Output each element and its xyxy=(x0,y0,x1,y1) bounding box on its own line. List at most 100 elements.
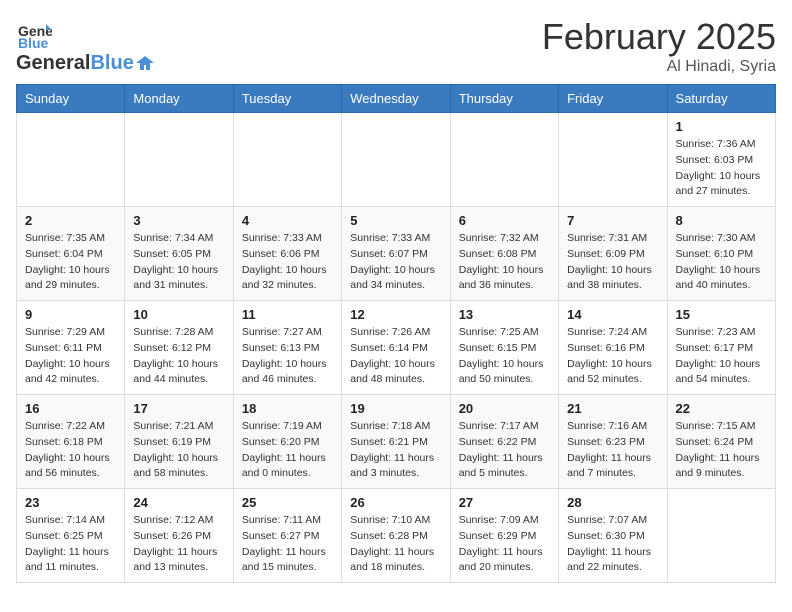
calendar-cell: 24 Sunrise: 7:12 AM Sunset: 6:26 PM Dayli… xyxy=(125,489,233,583)
cell-date-number: 28 xyxy=(567,495,658,510)
cell-date-number: 5 xyxy=(350,213,441,228)
cell-info-text: Sunrise: 7:11 AM Sunset: 6:27 PM Dayligh… xyxy=(242,513,333,576)
calendar-cell: 18 Sunrise: 7:19 AM Sunset: 6:20 PM Dayli… xyxy=(233,395,341,489)
cell-date-number: 7 xyxy=(567,213,658,228)
calendar-cell: 22Sunrise: 7:15 AM Sunset: 6:24 PM Dayli… xyxy=(667,395,775,489)
cell-info-text: Sunrise: 7:35 AM Sunset: 6:04 PM Dayligh… xyxy=(25,231,116,294)
cell-date-number: 13 xyxy=(459,307,550,322)
day-header-monday: Monday xyxy=(125,85,233,113)
cell-date-number: 24 xyxy=(133,495,224,510)
calendar-cell: 16 Sunrise: 7:22 AM Sunset: 6:18 PM Dayli… xyxy=(17,395,125,489)
calendar-cell: 23Sunrise: 7:14 AM Sunset: 6:25 PM Dayli… xyxy=(17,489,125,583)
cell-info-text: Sunrise: 7:25 AM Sunset: 6:15 PM Dayligh… xyxy=(459,325,550,388)
month-title: February 2025 xyxy=(542,16,776,58)
cell-info-text: Sunrise: 7:21 AM Sunset: 6:19 PM Dayligh… xyxy=(133,419,224,482)
calendar-table: SundayMondayTuesdayWednesdayThursdayFrid… xyxy=(16,84,776,583)
calendar-cell xyxy=(559,113,667,207)
calendar-cell: 27Sunrise: 7:09 AM Sunset: 6:29 PM Dayli… xyxy=(450,489,558,583)
calendar-cell: 5Sunrise: 7:33 AM Sunset: 6:07 PM Daylig… xyxy=(342,207,450,301)
cell-info-text: Sunrise: 7:22 AM Sunset: 6:18 PM Dayligh… xyxy=(25,419,116,482)
cell-info-text: Sunrise: 7:30 AM Sunset: 6:10 PM Dayligh… xyxy=(676,231,767,294)
calendar-cell: 6 Sunrise: 7:32 AM Sunset: 6:08 PM Daylig… xyxy=(450,207,558,301)
cell-info-text: Sunrise: 7:18 AM Sunset: 6:21 PM Dayligh… xyxy=(350,419,441,482)
cell-info-text: Sunrise: 7:36 AM Sunset: 6:03 PM Dayligh… xyxy=(676,137,767,200)
cell-date-number: 9 xyxy=(25,307,116,322)
cell-date-number: 11 xyxy=(242,307,333,322)
cell-info-text: Sunrise: 7:28 AM Sunset: 6:12 PM Dayligh… xyxy=(133,325,224,388)
cell-date-number: 21 xyxy=(567,401,658,416)
cell-info-text: Sunrise: 7:31 AM Sunset: 6:09 PM Dayligh… xyxy=(567,231,658,294)
cell-info-text: Sunrise: 7:10 AM Sunset: 6:28 PM Dayligh… xyxy=(350,513,441,576)
calendar-cell: 21Sunrise: 7:16 AM Sunset: 6:23 PM Dayli… xyxy=(559,395,667,489)
cell-date-number: 19 xyxy=(350,401,441,416)
calendar-cell xyxy=(233,113,341,207)
logo-bird-icon xyxy=(136,54,154,72)
calendar-week-row: 1Sunrise: 7:36 AM Sunset: 6:03 PM Daylig… xyxy=(17,113,776,207)
calendar-cell: 20 Sunrise: 7:17 AM Sunset: 6:22 PM Dayli… xyxy=(450,395,558,489)
calendar-week-row: 23Sunrise: 7:14 AM Sunset: 6:25 PM Dayli… xyxy=(17,489,776,583)
page-header: General Blue General Blue February 2025 … xyxy=(16,16,776,76)
cell-info-text: Sunrise: 7:12 AM Sunset: 6:26 PM Dayligh… xyxy=(133,513,224,576)
logo-icon: General Blue xyxy=(16,16,52,52)
cell-info-text: Sunrise: 7:29 AM Sunset: 6:11 PM Dayligh… xyxy=(25,325,116,388)
cell-info-text: Sunrise: 7:19 AM Sunset: 6:20 PM Dayligh… xyxy=(242,419,333,482)
calendar-cell xyxy=(450,113,558,207)
cell-info-text: Sunrise: 7:27 AM Sunset: 6:13 PM Dayligh… xyxy=(242,325,333,388)
day-header-thursday: Thursday xyxy=(450,85,558,113)
cell-info-text: Sunrise: 7:23 AM Sunset: 6:17 PM Dayligh… xyxy=(676,325,767,388)
calendar-cell: 1Sunrise: 7:36 AM Sunset: 6:03 PM Daylig… xyxy=(667,113,775,207)
cell-date-number: 10 xyxy=(133,307,224,322)
location-title: Al Hinadi, Syria xyxy=(542,58,776,76)
cell-date-number: 15 xyxy=(676,307,767,322)
cell-date-number: 16 xyxy=(25,401,116,416)
calendar-header-row: SundayMondayTuesdayWednesdayThursdayFrid… xyxy=(17,85,776,113)
calendar-cell xyxy=(342,113,450,207)
calendar-week-row: 2 Sunrise: 7:35 AM Sunset: 6:04 PM Daylig… xyxy=(17,207,776,301)
cell-date-number: 4 xyxy=(242,213,333,228)
calendar-cell: 28 Sunrise: 7:07 AM Sunset: 6:30 PM Dayli… xyxy=(559,489,667,583)
calendar-week-row: 16 Sunrise: 7:22 AM Sunset: 6:18 PM Dayli… xyxy=(17,395,776,489)
calendar-cell: 13 Sunrise: 7:25 AM Sunset: 6:15 PM Dayli… xyxy=(450,301,558,395)
cell-info-text: Sunrise: 7:26 AM Sunset: 6:14 PM Dayligh… xyxy=(350,325,441,388)
title-block: February 2025 Al Hinadi, Syria xyxy=(542,16,776,76)
cell-date-number: 2 xyxy=(25,213,116,228)
calendar-cell: 25 Sunrise: 7:11 AM Sunset: 6:27 PM Dayli… xyxy=(233,489,341,583)
calendar-cell: 8Sunrise: 7:30 AM Sunset: 6:10 PM Daylig… xyxy=(667,207,775,301)
cell-info-text: Sunrise: 7:07 AM Sunset: 6:30 PM Dayligh… xyxy=(567,513,658,576)
calendar-cell: 7 Sunrise: 7:31 AM Sunset: 6:09 PM Daylig… xyxy=(559,207,667,301)
calendar-cell xyxy=(17,113,125,207)
day-header-friday: Friday xyxy=(559,85,667,113)
calendar-cell: 10 Sunrise: 7:28 AM Sunset: 6:12 PM Dayli… xyxy=(125,301,233,395)
calendar-cell: 26 Sunrise: 7:10 AM Sunset: 6:28 PM Dayli… xyxy=(342,489,450,583)
logo-blue: Blue xyxy=(90,52,133,75)
cell-date-number: 20 xyxy=(459,401,550,416)
day-header-saturday: Saturday xyxy=(667,85,775,113)
cell-info-text: Sunrise: 7:17 AM Sunset: 6:22 PM Dayligh… xyxy=(459,419,550,482)
svg-text:Blue: Blue xyxy=(18,35,49,51)
cell-info-text: Sunrise: 7:24 AM Sunset: 6:16 PM Dayligh… xyxy=(567,325,658,388)
calendar-cell: 19 Sunrise: 7:18 AM Sunset: 6:21 PM Dayli… xyxy=(342,395,450,489)
calendar-week-row: 9 Sunrise: 7:29 AM Sunset: 6:11 PM Daylig… xyxy=(17,301,776,395)
calendar-cell: 9 Sunrise: 7:29 AM Sunset: 6:11 PM Daylig… xyxy=(17,301,125,395)
cell-date-number: 6 xyxy=(459,213,550,228)
calendar-cell: 12 Sunrise: 7:26 AM Sunset: 6:14 PM Dayli… xyxy=(342,301,450,395)
calendar-cell: 17 Sunrise: 7:21 AM Sunset: 6:19 PM Dayli… xyxy=(125,395,233,489)
cell-info-text: Sunrise: 7:32 AM Sunset: 6:08 PM Dayligh… xyxy=(459,231,550,294)
cell-info-text: Sunrise: 7:09 AM Sunset: 6:29 PM Dayligh… xyxy=(459,513,550,576)
cell-date-number: 22 xyxy=(676,401,767,416)
cell-info-text: Sunrise: 7:34 AM Sunset: 6:05 PM Dayligh… xyxy=(133,231,224,294)
cell-date-number: 3 xyxy=(133,213,224,228)
cell-date-number: 26 xyxy=(350,495,441,510)
cell-date-number: 25 xyxy=(242,495,333,510)
logo: General Blue General Blue xyxy=(16,16,154,75)
cell-date-number: 12 xyxy=(350,307,441,322)
cell-date-number: 18 xyxy=(242,401,333,416)
cell-date-number: 17 xyxy=(133,401,224,416)
calendar-cell xyxy=(667,489,775,583)
cell-info-text: Sunrise: 7:14 AM Sunset: 6:25 PM Dayligh… xyxy=(25,513,116,576)
cell-info-text: Sunrise: 7:33 AM Sunset: 6:06 PM Dayligh… xyxy=(242,231,333,294)
day-header-sunday: Sunday xyxy=(17,85,125,113)
day-header-wednesday: Wednesday xyxy=(342,85,450,113)
calendar-cell: 2 Sunrise: 7:35 AM Sunset: 6:04 PM Daylig… xyxy=(17,207,125,301)
day-header-tuesday: Tuesday xyxy=(233,85,341,113)
